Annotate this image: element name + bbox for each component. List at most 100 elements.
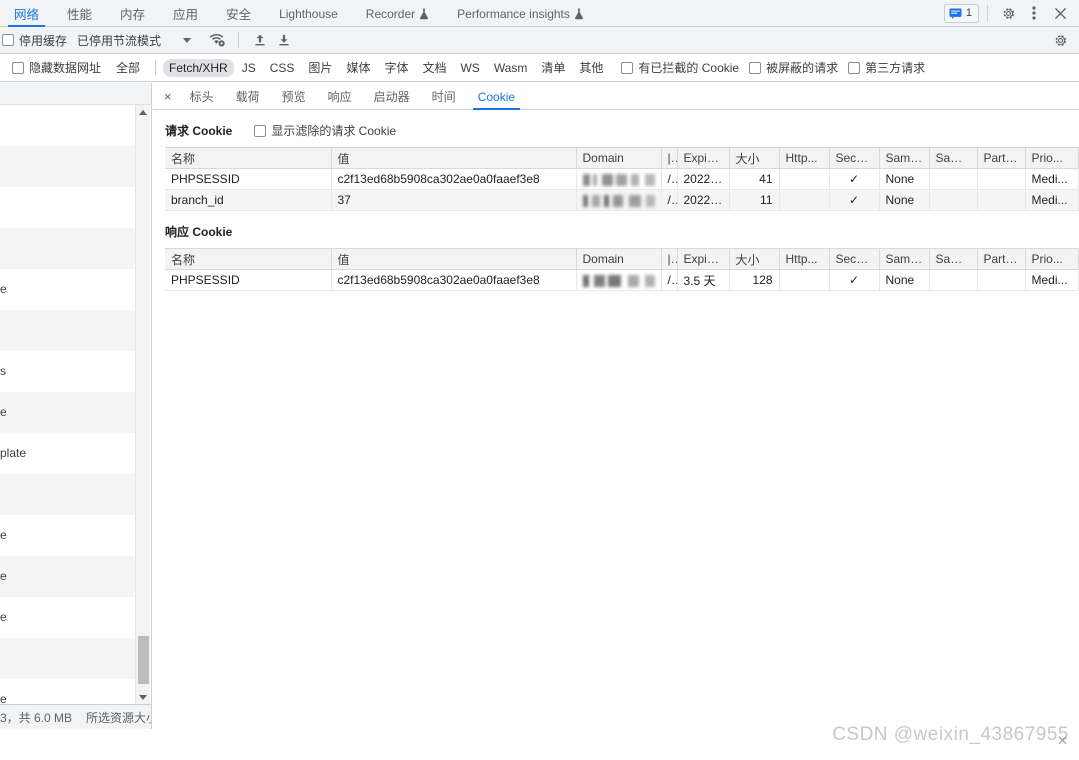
col-httponly[interactable]: Http...: [779, 248, 830, 270]
filter-type-img[interactable]: 图片: [302, 57, 338, 78]
request-cookies-title: 请求 Cookie: [165, 124, 233, 138]
col-samesite[interactable]: Same...: [879, 248, 930, 270]
scroll-down-arrow-icon[interactable]: [136, 690, 150, 704]
col-size[interactable]: 大小: [729, 147, 780, 169]
show-filtered-cookies-checkbox[interactable]: 显示滤除的请求 Cookie: [254, 122, 396, 139]
request-list-scrollbar[interactable]: [135, 105, 150, 704]
col-value[interactable]: 值: [331, 147, 577, 169]
tab-cookies[interactable]: Cookie: [467, 83, 526, 110]
col-httponly[interactable]: Http...: [779, 147, 830, 169]
col-priority[interactable]: Prio...: [1025, 248, 1079, 270]
filter-type-other[interactable]: 其他: [573, 57, 609, 78]
cell-name: branch_id: [165, 189, 332, 211]
filter-type-wasm[interactable]: Wasm: [488, 59, 534, 77]
tab-application-label: 应用: [173, 8, 199, 22]
col-priority[interactable]: Prio...: [1025, 147, 1079, 169]
col-secure[interactable]: Secure: [829, 248, 880, 270]
tab-network[interactable]: 网络: [0, 0, 53, 27]
filter-type-all[interactable]: 全部: [110, 57, 146, 78]
list-item[interactable]: [0, 310, 136, 351]
col-partitionkey[interactable]: Partiti..: [977, 147, 1026, 169]
export-har-download-icon[interactable]: [272, 29, 296, 51]
network-settings-gear-icon[interactable]: [1048, 29, 1072, 51]
table-row[interactable]: PHPSESSID c2f13ed68b5908ca302ae0a0faaef3…: [165, 269, 1079, 291]
scroll-up-arrow-icon[interactable]: [136, 105, 150, 119]
col-samesite[interactable]: Same...: [879, 147, 930, 169]
list-item[interactable]: e: [0, 556, 136, 597]
tab-headers-label: 标头: [189, 90, 214, 104]
list-item[interactable]: [0, 638, 136, 679]
col-expires[interactable]: Expire..: [677, 147, 730, 169]
cell-sameparty: [929, 189, 978, 211]
col-domain[interactable]: Domain: [576, 147, 662, 169]
col-expires[interactable]: Expire..: [677, 248, 730, 270]
tab-timing[interactable]: 时间: [421, 83, 467, 110]
request-list-panel[interactable]: e s e plate e e e e: [0, 83, 152, 704]
blocked-requests-checkbox[interactable]: 被屏蔽的请求: [749, 59, 838, 76]
list-item[interactable]: [0, 228, 136, 269]
list-item[interactable]: [0, 146, 136, 187]
list-item[interactable]: e: [0, 597, 136, 638]
filter-type-css[interactable]: CSS: [264, 59, 301, 77]
third-party-requests-checkbox[interactable]: 第三方请求: [848, 59, 925, 76]
request-detail-pane: × 标头 载荷 预览 响应 启动器 时间 Cookie 请求 Cookie 显示…: [153, 83, 1079, 760]
tab-recorder[interactable]: Recorder: [352, 0, 443, 27]
tab-lighthouse[interactable]: Lighthouse: [265, 0, 352, 27]
filter-type-doc[interactable]: 文档: [416, 57, 452, 78]
tab-preview[interactable]: 预览: [271, 83, 317, 110]
network-conditions-icon[interactable]: [205, 29, 229, 51]
tab-performance[interactable]: 性能: [53, 0, 106, 27]
col-path[interactable]: |: [661, 248, 678, 270]
table-row[interactable]: PHPSESSID c2f13ed68b5908ca302ae0a0faaef3…: [165, 168, 1079, 190]
throttling-select-label[interactable]: 已停用节流模式: [77, 32, 161, 49]
tab-memory[interactable]: 内存: [106, 0, 159, 27]
col-value[interactable]: 值: [331, 248, 577, 270]
filter-type-manifest[interactable]: 清单: [535, 57, 571, 78]
col-sameparty[interactable]: Same..: [929, 248, 978, 270]
import-har-upload-icon[interactable]: [248, 29, 272, 51]
col-name[interactable]: 名称: [165, 248, 332, 270]
table-row[interactable]: branch_id 37 / 2022-... 11 ✓ None Medi..…: [165, 189, 1079, 211]
tab-security[interactable]: 安全: [212, 0, 265, 27]
filter-type-font[interactable]: 字体: [378, 57, 414, 78]
filter-type-fetch-xhr[interactable]: Fetch/XHR: [163, 58, 234, 77]
tab-headers[interactable]: 标头: [179, 83, 225, 110]
response-cookies-title: 响应 Cookie: [165, 225, 233, 239]
list-item[interactable]: s: [0, 351, 136, 392]
col-secure[interactable]: Secure: [829, 147, 880, 169]
filter-type-ws[interactable]: WS: [454, 59, 485, 77]
col-path[interactable]: |: [661, 147, 678, 169]
checkbox-box: [254, 124, 267, 137]
tab-application[interactable]: 应用: [159, 0, 212, 27]
tab-response[interactable]: 响应: [317, 83, 363, 110]
list-item[interactable]: [0, 105, 136, 146]
close-detail-icon[interactable]: ×: [157, 83, 179, 109]
disable-cache-checkbox[interactable]: 停用缓存: [2, 32, 67, 49]
col-sameparty[interactable]: Same..: [929, 147, 978, 169]
chevron-down-icon[interactable]: [183, 37, 192, 43]
hide-data-urls-checkbox[interactable]: 隐藏数据网址: [12, 59, 101, 76]
tab-initiator[interactable]: 启动器: [363, 83, 421, 110]
col-partitionkey[interactable]: Partiti..: [977, 248, 1026, 270]
blocked-cookies-checkbox[interactable]: 有已拦截的 Cookie: [621, 59, 739, 76]
list-item[interactable]: [0, 474, 136, 515]
console-message-badge[interactable]: 1: [943, 3, 979, 23]
list-item[interactable]: plate: [0, 433, 136, 474]
settings-gear-icon[interactable]: [996, 2, 1020, 24]
close-icon[interactable]: [1048, 2, 1072, 24]
tab-performance-insights[interactable]: Performance insights: [443, 0, 598, 27]
col-domain[interactable]: Domain: [576, 248, 662, 270]
list-item[interactable]: e: [0, 679, 136, 704]
list-item[interactable]: [0, 187, 136, 228]
more-options-icon[interactable]: [1022, 2, 1046, 24]
col-size[interactable]: 大小: [729, 248, 780, 270]
filter-type-media[interactable]: 媒体: [340, 57, 376, 78]
list-item[interactable]: e: [0, 392, 136, 433]
col-name[interactable]: 名称: [165, 147, 332, 169]
scrollbar-thumb[interactable]: [138, 636, 149, 684]
filter-type-js[interactable]: JS: [236, 59, 262, 77]
list-item[interactable]: e: [0, 269, 136, 310]
list-item[interactable]: e: [0, 515, 136, 556]
toolbar-divider: [155, 60, 157, 75]
tab-payload[interactable]: 载荷: [225, 83, 271, 110]
